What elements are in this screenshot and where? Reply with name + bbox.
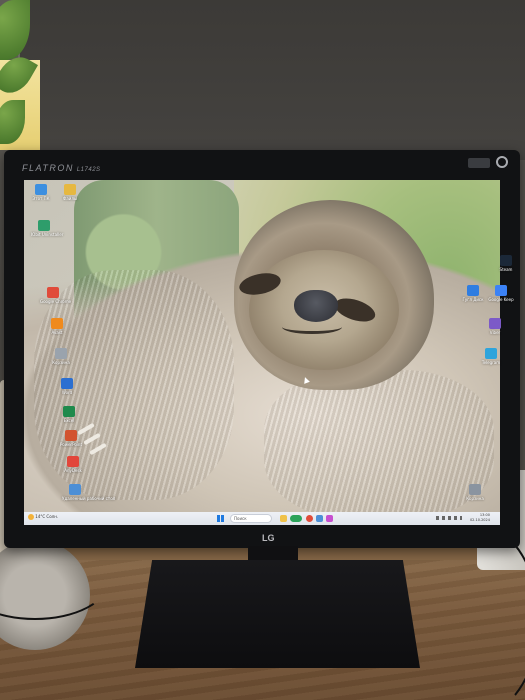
desktop-icon-label: IObit Uninstaller bbox=[31, 232, 64, 237]
left-desktop-icon[interactable]: AnyDesk bbox=[60, 456, 86, 473]
desktop-icon-label: Telegram bbox=[481, 360, 501, 365]
left-desktop-icon[interactable]: Корзина bbox=[48, 348, 74, 365]
app-icon bbox=[63, 406, 75, 417]
desktop-icon-label: Корзина bbox=[52, 360, 70, 365]
search-placeholder: Поиск bbox=[234, 516, 247, 521]
fur-texture bbox=[264, 370, 494, 520]
left-desktop-icon[interactable]: PowerPoint bbox=[58, 430, 84, 447]
app-icon bbox=[489, 318, 501, 329]
monitor-brand-name: FLATRON bbox=[22, 163, 74, 173]
desktop-icon-label: PowerPoint bbox=[59, 442, 83, 447]
right-desktop-icon[interactable]: Гугл Диск bbox=[460, 285, 486, 302]
search-input[interactable]: Поиск bbox=[230, 514, 272, 523]
taskbar-app-chrome[interactable] bbox=[306, 515, 313, 522]
desktop-icon-label: Удаленный рабочий стол bbox=[62, 496, 115, 501]
system-tray[interactable] bbox=[436, 516, 462, 520]
clock-date: 02.10.2024 bbox=[469, 518, 490, 522]
desktop-icon-label: Файлы bbox=[62, 196, 78, 201]
app-icon bbox=[61, 378, 73, 389]
desktop-icon-label: Гугл Диск bbox=[462, 297, 484, 302]
monitor-model: L1742S bbox=[76, 167, 101, 173]
desktop-icon-label: Excel bbox=[63, 418, 75, 423]
power-icon[interactable] bbox=[496, 156, 508, 168]
left-desktop-icon[interactable]: Avast bbox=[44, 318, 70, 335]
start-button[interactable] bbox=[217, 515, 224, 522]
right-desktop-icon[interactable]: Telegram bbox=[478, 348, 504, 365]
sloth-nose bbox=[294, 290, 338, 322]
left-desktop-icon[interactable]: Excel bbox=[56, 406, 82, 423]
app-icon bbox=[51, 318, 63, 329]
sun-icon bbox=[28, 514, 34, 520]
sloth-mouth bbox=[282, 320, 342, 334]
desktop-icon-label: Steam bbox=[499, 267, 513, 272]
monitor-logo: LG bbox=[262, 533, 275, 543]
app-icon bbox=[69, 484, 81, 495]
app-icon bbox=[495, 285, 507, 296]
right-desktop-icon[interactable]: Viber bbox=[482, 318, 508, 335]
desktop-icon-label: Этот ПК bbox=[32, 196, 50, 201]
monitor-badge bbox=[468, 158, 490, 168]
left-desktop-icon[interactable]: IObit Uninstaller bbox=[31, 220, 64, 237]
weather-text: 14°C Солн. bbox=[35, 514, 59, 519]
right-desktop-icon[interactable]: Steam bbox=[493, 255, 519, 272]
left-desktop-icon[interactable]: Файлы bbox=[57, 184, 83, 201]
taskbar-app-photos[interactable] bbox=[326, 515, 333, 522]
left-desktop-icon[interactable]: Google Chrome bbox=[40, 287, 72, 304]
app-icon bbox=[64, 184, 76, 195]
app-icon bbox=[485, 348, 497, 359]
desktop-icon-label: AnyDesk bbox=[64, 468, 82, 473]
app-icon bbox=[35, 184, 47, 195]
clock[interactable]: 13:00 02.10.2024 bbox=[470, 513, 490, 523]
monitor-stand-base bbox=[135, 560, 420, 668]
app-icon bbox=[467, 285, 479, 296]
app-icon bbox=[55, 348, 67, 359]
app-icon bbox=[500, 255, 512, 266]
taskbar: 14°C Солн. Поиск 13:00 02.10.2024 bbox=[24, 512, 500, 525]
wall-panel bbox=[18, 0, 525, 160]
taskbar-app-explorer[interactable] bbox=[280, 515, 287, 522]
desktop-screen bbox=[24, 180, 500, 525]
right-desktop-icon[interactable]: Google Keep bbox=[488, 285, 514, 302]
left-desktop-icon[interactable]: Удаленный рабочий стол bbox=[62, 484, 115, 501]
desktop-icon-label: Avast bbox=[51, 330, 63, 335]
desktop-icon-label: Google Keep bbox=[488, 297, 514, 302]
desktop-icon-label: Корзина bbox=[466, 496, 484, 501]
app-icon bbox=[67, 456, 79, 467]
desktop-icon-label: Viber bbox=[489, 330, 501, 335]
desktop-icon-label: Google Chrome bbox=[40, 299, 72, 304]
monitor-brand: FLATRON L1742S bbox=[22, 163, 101, 173]
desktop-icon-label: Word bbox=[61, 390, 73, 395]
app-icon bbox=[38, 220, 50, 231]
photo-scene: FLATRON L1742S LG Этот ПК Файлы IObit Unins… bbox=[0, 0, 525, 700]
left-desktop-icon[interactable]: Word bbox=[54, 378, 80, 395]
taskbar-app-store[interactable] bbox=[316, 515, 323, 522]
right-desktop-icon[interactable]: Корзина bbox=[462, 484, 488, 501]
weather-widget[interactable]: 14°C Солн. bbox=[28, 514, 58, 520]
left-desktop-icon[interactable]: Этот ПК bbox=[28, 184, 54, 201]
app-icon bbox=[469, 484, 481, 495]
app-icon bbox=[47, 287, 59, 298]
taskbar-app-edge[interactable] bbox=[290, 515, 302, 522]
app-icon bbox=[65, 430, 77, 441]
